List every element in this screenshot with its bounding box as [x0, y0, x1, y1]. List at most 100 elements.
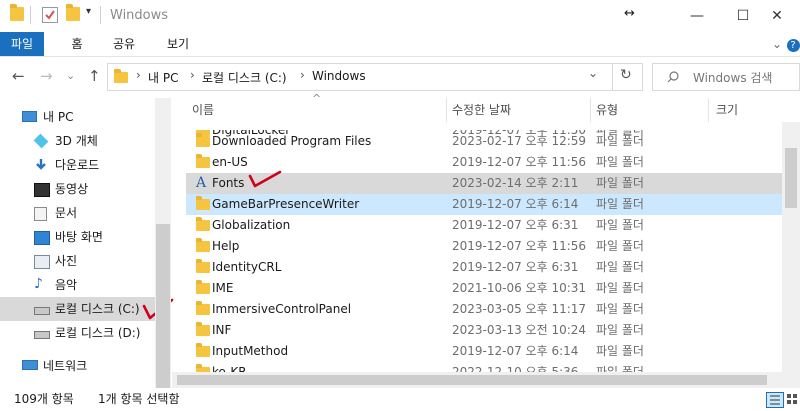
nav-item-local-disk-c[interactable]: 로컬 디스크 (C:)	[0, 297, 155, 321]
item-count: 109개 항목	[14, 392, 74, 406]
tab-view[interactable]: 보기	[160, 32, 196, 56]
folder-icon	[196, 217, 210, 231]
video-icon	[34, 183, 50, 197]
horizontal-scrollbar-thumb[interactable]	[177, 375, 767, 385]
file-list: ^ 이름 수정한 날짜 유형 크기 DigitalLocker 2019-12-…	[172, 92, 800, 388]
search-icon	[667, 71, 679, 83]
drive-icon	[34, 307, 50, 315]
folder-icon	[196, 301, 210, 315]
refresh-button[interactable]: ↻	[620, 67, 632, 83]
tab-file[interactable]: 파일	[0, 32, 44, 56]
breadcrumb-local-disk-c[interactable]: 로컬 디스크 (C:)	[202, 69, 287, 86]
search-input[interactable]: Windows 검색	[693, 69, 772, 86]
selection-count: 1개 항목 선택함	[98, 392, 180, 406]
navigation-pane: 내 PC 3D 개체 다운로드 동영상 문서 바탕 화면 사진 ♪ 음악 로컬 …	[0, 98, 174, 388]
divider	[612, 64, 613, 90]
status-bar: 109개 항목 1개 항목 선택함	[0, 388, 800, 411]
annotation-check-mark	[248, 170, 282, 188]
drive-icon	[34, 331, 50, 339]
nav-item-documents[interactable]: 문서	[0, 201, 155, 225]
column-separator[interactable]	[708, 98, 709, 122]
column-separator[interactable]	[446, 98, 447, 122]
nav-scrollbar[interactable]	[155, 98, 171, 388]
vertical-scrollbar[interactable]	[782, 122, 800, 388]
recent-locations-button[interactable]: ⌄	[66, 69, 75, 82]
folder-icon	[196, 196, 210, 210]
close-button[interactable]: ✕	[754, 0, 800, 32]
breadcrumb-separator: ›	[190, 68, 195, 82]
column-header-date[interactable]: 수정한 날짜	[452, 98, 592, 122]
column-header-type[interactable]: 유형	[596, 98, 706, 122]
folder-icon	[196, 343, 210, 357]
address-row: ← → ⌄ ↑ › 내 PC › 로컬 디스크 (C:) › Windows ⌄…	[0, 57, 800, 95]
folder-icon	[10, 4, 24, 21]
folder-icon	[196, 133, 210, 147]
nav-item-3d-objects[interactable]: 3D 개체	[0, 129, 155, 153]
details-view-icon[interactable]	[766, 392, 784, 408]
column-header-size[interactable]: 크기	[716, 98, 786, 122]
address-dropdown-icon[interactable]: ⌄	[588, 66, 598, 80]
document-icon	[34, 207, 47, 221]
download-icon	[36, 159, 46, 170]
new-folder-icon[interactable]	[66, 4, 80, 21]
nav-item-music[interactable]: ♪ 음악	[0, 273, 155, 297]
folder-icon	[196, 259, 210, 273]
pc-icon	[22, 111, 37, 122]
tab-share[interactable]: 공유	[106, 32, 142, 56]
folder-icon	[196, 154, 210, 168]
file-row-help[interactable]: Help 2019-12-07 오후 11:56 파일 폴더	[186, 236, 782, 257]
ribbon-expand-icon[interactable]: ⌄	[770, 32, 784, 56]
file-row-inf[interactable]: INF 2023-03-13 오전 10:24 파일 폴더	[186, 320, 782, 341]
divider	[100, 6, 101, 24]
large-icons-view-icon[interactable]	[786, 392, 798, 406]
ribbon-tabs: 파일 홈 공유 보기 ⌄ ?	[0, 32, 800, 57]
breadcrumb-separator: ›	[300, 68, 305, 82]
minimize-button[interactable]: —	[674, 0, 720, 32]
nav-item-downloads[interactable]: 다운로드	[0, 153, 155, 177]
title-bar: ▾ Windows ↔ — ☐ ✕	[0, 0, 800, 32]
back-button[interactable]: ←	[12, 67, 25, 85]
horizontal-scrollbar[interactable]	[172, 372, 782, 388]
forward-button[interactable]: →	[40, 67, 53, 85]
file-row-inputmethod[interactable]: InputMethod 2019-12-07 오후 6:14 파일 폴더	[186, 341, 782, 362]
nav-scrollbar-thumb[interactable]	[156, 224, 170, 388]
help-icon[interactable]: ?	[786, 32, 800, 56]
divider	[30, 6, 31, 24]
nav-item-desktop[interactable]: 바탕 화면	[0, 225, 155, 249]
column-separator[interactable]	[590, 98, 591, 122]
properties-icon[interactable]	[42, 7, 58, 23]
file-row-ime[interactable]: IME 2021-10-06 오후 10:31 파일 폴더	[186, 278, 782, 299]
nav-item-videos[interactable]: 동영상	[0, 177, 155, 201]
resize-cursor-icon: ↔	[624, 6, 635, 21]
desktop-icon	[34, 231, 50, 245]
customize-toolbar-icon[interactable]: ▾	[86, 6, 91, 17]
breadcrumb-windows[interactable]: Windows	[312, 69, 366, 83]
folder-icon	[196, 238, 210, 252]
font-folder-icon: A	[196, 175, 207, 191]
file-row-globalization[interactable]: Globalization 2019-12-07 오후 6:31 파일 폴더	[186, 215, 782, 236]
file-row-ko-kr[interactable]: ko-KR 2022-12-10 오후 5:36 파일 폴더	[186, 362, 782, 372]
address-bar[interactable]: › 내 PC › 로컬 디스크 (C:) › Windows ⌄ ↻	[107, 63, 643, 91]
folder-icon	[114, 69, 128, 83]
music-icon: ♪	[34, 276, 43, 292]
column-header-name[interactable]: 이름	[192, 98, 446, 122]
search-box[interactable]: Windows 검색	[652, 63, 800, 91]
nav-item-pictures[interactable]: 사진	[0, 249, 155, 273]
file-row-identitycrl[interactable]: IdentityCRL 2019-12-07 오후 6:31 파일 폴더	[186, 257, 782, 278]
cube-icon	[33, 133, 49, 149]
breadcrumb-my-pc[interactable]: 내 PC	[148, 69, 178, 86]
file-row-gamebarpresencewriter[interactable]: GameBarPresenceWriter 2019-12-07 오후 6:14…	[186, 194, 782, 215]
nav-item-my-pc[interactable]: 내 PC	[0, 105, 143, 129]
nav-item-network[interactable]: 네트워크	[0, 354, 143, 378]
folder-icon	[196, 322, 210, 336]
pictures-icon	[34, 255, 50, 269]
up-button[interactable]: ↑	[88, 67, 101, 85]
file-row-immersivecontrolpanel[interactable]: ImmersiveControlPanel 2023-03-05 오후 11:1…	[186, 299, 782, 320]
breadcrumb-separator: ›	[136, 68, 141, 82]
tab-home[interactable]: 홈	[60, 32, 94, 56]
nav-item-local-disk-d[interactable]: 로컬 디스크 (D:)	[0, 321, 155, 345]
file-row-downloaded-program-files[interactable]: Downloaded Program Files 2023-02-17 오후 1…	[186, 131, 782, 152]
window-title: Windows	[110, 8, 169, 23]
vertical-scrollbar-thumb[interactable]	[785, 148, 797, 208]
network-icon	[22, 360, 38, 370]
